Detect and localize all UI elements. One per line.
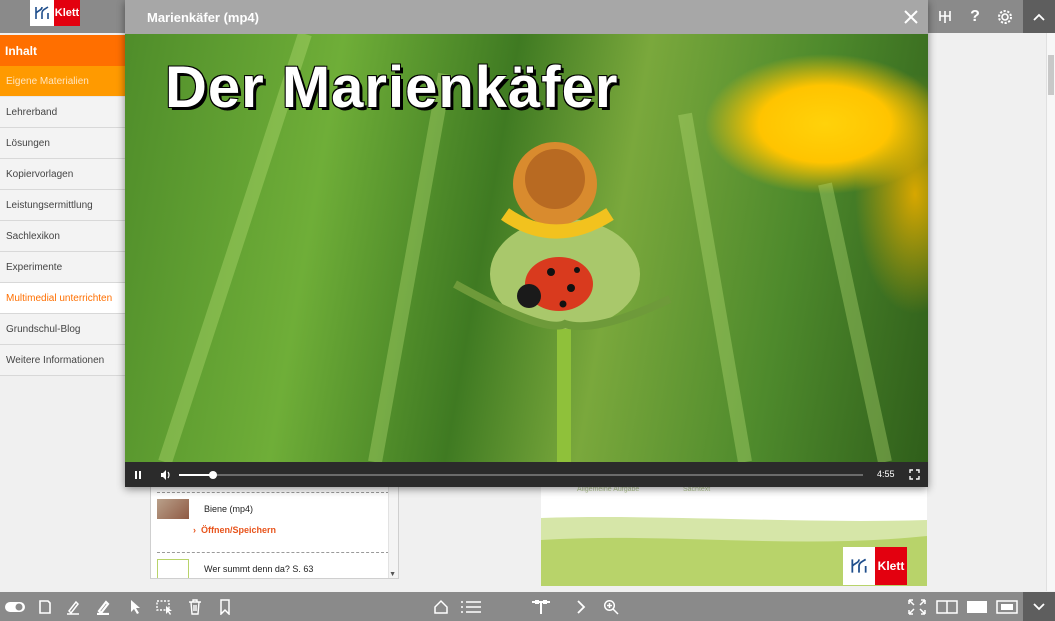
video-controls: 4:55	[125, 462, 928, 487]
select-area-icon[interactable]	[152, 592, 178, 621]
close-icon[interactable]	[900, 6, 922, 28]
video-frame[interactable]: Der Marienkäfer	[125, 34, 928, 462]
pen-icon[interactable]	[60, 592, 86, 621]
klett-badge: Klett	[843, 547, 907, 585]
sidebar-item-grundschul-blog[interactable]: Grundschul-Blog	[0, 314, 125, 345]
next-page-icon[interactable]	[568, 592, 594, 621]
open-save-label: Öffnen/Speichern	[201, 525, 277, 535]
bookmark-icon[interactable]	[212, 592, 238, 621]
sidebar-item-lehrerband[interactable]: Lehrerband	[0, 97, 125, 128]
fullscreen-icon[interactable]	[903, 462, 925, 487]
open-save-link[interactable]: › Öffnen/Speichern	[193, 525, 276, 535]
divider	[157, 552, 389, 553]
list-icon[interactable]	[458, 592, 484, 621]
klett-logo[interactable]: Klett	[30, 0, 80, 26]
media-title[interactable]: Wer summt denn da? S. 63	[204, 564, 313, 574]
double-page-icon[interactable]	[934, 592, 960, 621]
highlighter-icon[interactable]	[90, 592, 116, 621]
progress-fill	[179, 474, 214, 476]
list-scrollbar[interactable]: ▼	[388, 487, 398, 578]
gear-icon[interactable]	[990, 0, 1020, 33]
page-icon[interactable]	[32, 592, 58, 621]
leaf-logo-icon	[843, 547, 875, 585]
media-thumbnail[interactable]	[157, 559, 189, 578]
volume-icon[interactable]	[155, 462, 177, 487]
sidebar-item-experimente[interactable]: Experimente	[0, 252, 125, 283]
klett-logo-text: Klett	[54, 0, 80, 26]
expand-icon[interactable]	[904, 592, 930, 621]
pause-icon[interactable]	[127, 462, 149, 487]
help-icon[interactable]: ?	[960, 0, 990, 33]
sidebar-item-eigene-materialien[interactable]: Eigene Materialien	[0, 66, 125, 97]
time-remaining: 4:55	[877, 469, 895, 479]
sidebar-item-weitere-informationen[interactable]: Weitere Informationen	[0, 345, 125, 376]
bottom-toolbar	[0, 592, 1055, 621]
single-page-icon[interactable]	[964, 592, 990, 621]
scrollbar-thumb[interactable]	[1048, 55, 1054, 95]
toggle-icon[interactable]	[2, 592, 28, 621]
sidebar-item-kopiervorlagen[interactable]: Kopiervorlagen	[0, 159, 125, 190]
modal-title: Marienkäfer (mp4)	[147, 10, 259, 25]
media-list: Biene (mp4) › Öffnen/Speichern Wer summt…	[150, 486, 399, 579]
modal-header: Marienkäfer (mp4)	[125, 0, 928, 34]
media-title[interactable]: Biene (mp4)	[204, 504, 253, 514]
page-scrollbar[interactable]	[1046, 33, 1055, 591]
trash-icon[interactable]	[182, 592, 208, 621]
sidebar-item-multimedial-unterrichten[interactable]: Multimedial unterrichten	[0, 283, 125, 314]
zoom-in-icon[interactable]	[598, 592, 624, 621]
divider	[157, 492, 389, 493]
home-icon[interactable]	[428, 592, 454, 621]
preview-text: Allgemeine Aufgabe	[577, 486, 640, 493]
progress-handle[interactable]	[209, 471, 218, 479]
chevron-up-icon[interactable]	[1023, 0, 1055, 33]
leaf-logo-icon	[30, 0, 54, 26]
scroll-down-icon[interactable]: ▼	[389, 571, 396, 578]
sidebar-item-loesungen[interactable]: Lösungen	[0, 128, 125, 159]
sidebar-item-sachlexikon[interactable]: Sachlexikon	[0, 221, 125, 252]
video-modal: Marienkäfer (mp4) Der Marienkäfer 4:55	[125, 0, 928, 487]
presentation-icon[interactable]	[994, 592, 1020, 621]
video-title-overlay: Der Marienkäfer	[165, 55, 619, 120]
sidebar-item-leistungsermittlung[interactable]: Leistungsermittlung	[0, 190, 125, 221]
page-slider-icon[interactable]	[528, 592, 554, 621]
ruler-icon[interactable]	[930, 0, 960, 33]
chevron-down-icon[interactable]	[1023, 592, 1055, 621]
page-preview: Allgemeine Aufgabe Sachtext Klett	[541, 486, 927, 586]
sidebar-heading[interactable]: Inhalt	[0, 35, 125, 66]
klett-badge-text: Klett	[875, 547, 907, 585]
sidebar: Inhalt Eigene Materialien Lehrerband Lös…	[0, 35, 125, 376]
preview-text: Sachtext	[683, 486, 711, 493]
cursor-icon[interactable]	[122, 592, 148, 621]
media-thumbnail[interactable]	[157, 499, 189, 519]
progress-bar[interactable]	[179, 471, 863, 479]
